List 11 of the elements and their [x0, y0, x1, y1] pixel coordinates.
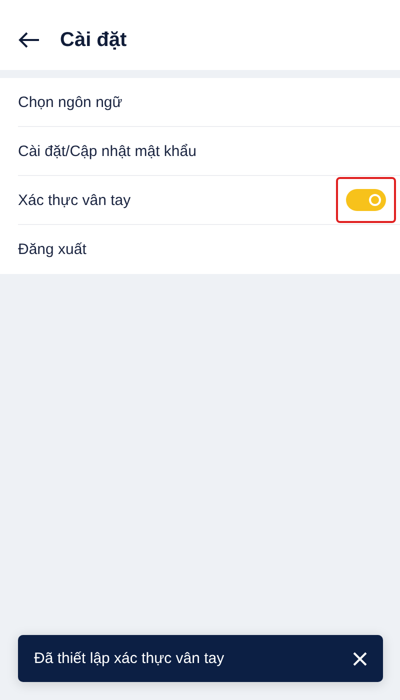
close-icon	[353, 652, 367, 666]
close-button[interactable]	[353, 652, 367, 666]
settings-item[interactable]: Cài đặt/Cập nhật mật khẩu	[18, 142, 196, 160]
toggle-switch[interactable]	[346, 189, 386, 211]
back-button[interactable]	[18, 31, 40, 49]
back-arrow-icon	[18, 31, 40, 49]
page-title: Cài đặt	[60, 28, 127, 52]
settings-item[interactable]: Chọn ngôn ngữ	[18, 94, 122, 110]
settings-item[interactable]: Đăng xuất	[18, 241, 86, 258]
settings-item[interactable]: Xác thực vân tay	[18, 192, 131, 208]
toast-message: Đã thiết lập xác thực vân tay	[34, 650, 224, 667]
